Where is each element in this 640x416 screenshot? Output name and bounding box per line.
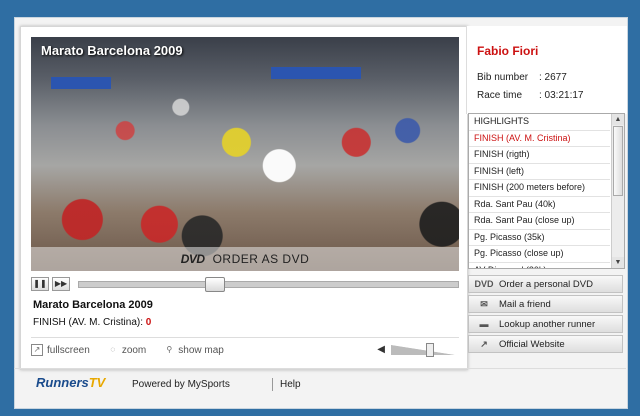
action-icon: ▬ [479,319,489,329]
action-icon: ✉ [480,298,488,309]
footer-divider [272,378,273,391]
action-button[interactable]: DVD Order a personal DVD [468,275,623,293]
video-player: Marato Barcelona 2009 DVD ORDER AS DVD ❚… [20,26,468,370]
footer: RunnersTV Powered by MySports Help [14,368,626,407]
seek-thumb[interactable] [205,276,226,292]
fullscreen-button[interactable]: ↗ fullscreen [31,344,90,356]
race-time-value: : 03:21:17 [539,90,584,101]
clips-list-scrollbar[interactable]: ▲ ▼ [611,114,624,268]
clip-list-item[interactable]: AV Diagonal (30k) [469,263,610,269]
bib-value: : 2677 [539,72,567,83]
help-link[interactable]: Help [280,379,301,390]
clips-list: HIGHLIGHTS FINISH (AV. M. Cristina) FINISH… [468,113,625,269]
runnerstv-logo[interactable]: RunnersTV [36,375,105,390]
dvd-logo-icon: DVD [180,252,205,266]
race-time-label: Race time [477,90,523,101]
action-label: Order a personal DVD [499,278,593,290]
logo-tv-text: TV [88,375,106,390]
clip-list-item[interactable]: HIGHLIGHTS [469,114,610,131]
scroll-thumb[interactable] [613,126,623,196]
clip-list-item[interactable]: FINISH (200 meters before) [469,180,610,197]
video-image [31,37,459,271]
show-map-button[interactable]: ⚲ show map [164,345,224,356]
fullscreen-icon: ↗ [31,344,43,356]
order-dvd-bar[interactable]: DVD ORDER AS DVD [31,247,459,271]
action-button[interactable]: ▬ Lookup another runner [468,315,623,333]
video-frame[interactable]: Marato Barcelona 2009 DVD ORDER AS DVD [31,37,459,271]
clip-list-item[interactable]: FINISH (AV. M. Cristina) [469,131,610,147]
action-label: Mail a friend [499,298,551,310]
volume-control: ◀ [377,342,455,357]
powered-by-link[interactable]: Powered by MySports [132,379,230,390]
race-time-row: Race time : 03:21:17 [477,90,583,101]
zoom-icon: ◌ [110,345,116,354]
zoom-label: zoom [121,344,147,356]
video-title: Marato Barcelona 2009 [41,43,183,58]
clip-title: Marato Barcelona 2009 [33,299,153,311]
runner-info: Fabio Fiori Bib number : 2677 Race time … [466,26,627,114]
actions-panel: DVD Order a personal DVD ✉ Mail a friend ▬ Lo… [468,275,623,355]
bib-label: Bib number [477,72,529,83]
clip-location: FINISH (AV. M. Cristina): [33,317,144,328]
scroll-up-icon[interactable]: ▲ [612,114,624,125]
action-label: Lookup another runner [499,318,596,330]
action-button[interactable]: ↗ Official Website [468,335,623,353]
playback-controls: ❚❚ ▶▶ [31,276,459,292]
fast-forward-icon[interactable]: ▶▶ [52,277,70,291]
action-label: Official Website [499,338,565,350]
scroll-down-icon[interactable]: ▼ [612,257,624,268]
clip-list-item[interactable]: Rda. Sant Pau (40k) [469,197,610,213]
action-icon: DVD [474,279,494,289]
action-button[interactable]: ✉ Mail a friend [468,295,623,313]
logo-text: Runners [36,375,89,390]
zoom-button[interactable]: ◌ zoom [108,345,146,356]
map-icon: ⚲ [166,345,173,354]
volume-thumb[interactable] [425,342,434,357]
ad-banner [51,77,111,89]
seek-bar[interactable] [78,276,459,292]
speaker-icon[interactable]: ◀ [377,344,385,355]
tool-bar: ↗ fullscreen ◌ zoom ⚲ show map ◀ [31,337,459,362]
clip-list-item[interactable]: Pg. Picasso (35k) [469,230,610,246]
show-map-label: show map [178,344,224,356]
clip-count: 0 [145,317,152,328]
clip-list-item[interactable]: Rda. Sant Pau (close up) [469,213,610,230]
clip-subtitle: FINISH (AV. M. Cristina): 0 [33,317,151,328]
runner-name: Fabio Fiori [477,44,539,58]
clip-list-item[interactable]: Pg. Picasso (close up) [469,246,610,263]
clip-list-item[interactable]: FINISH (left) [469,164,610,180]
action-icon: ↗ [480,338,488,349]
order-dvd-label: ORDER AS DVD [212,252,310,266]
ad-banner [271,67,361,79]
fullscreen-label: fullscreen [47,344,90,356]
pause-icon[interactable]: ❚❚ [31,277,49,291]
volume-slider[interactable] [391,342,455,357]
bib-row: Bib number : 2677 [477,72,567,83]
clip-list-item[interactable]: FINISH (rigth) [469,147,610,164]
